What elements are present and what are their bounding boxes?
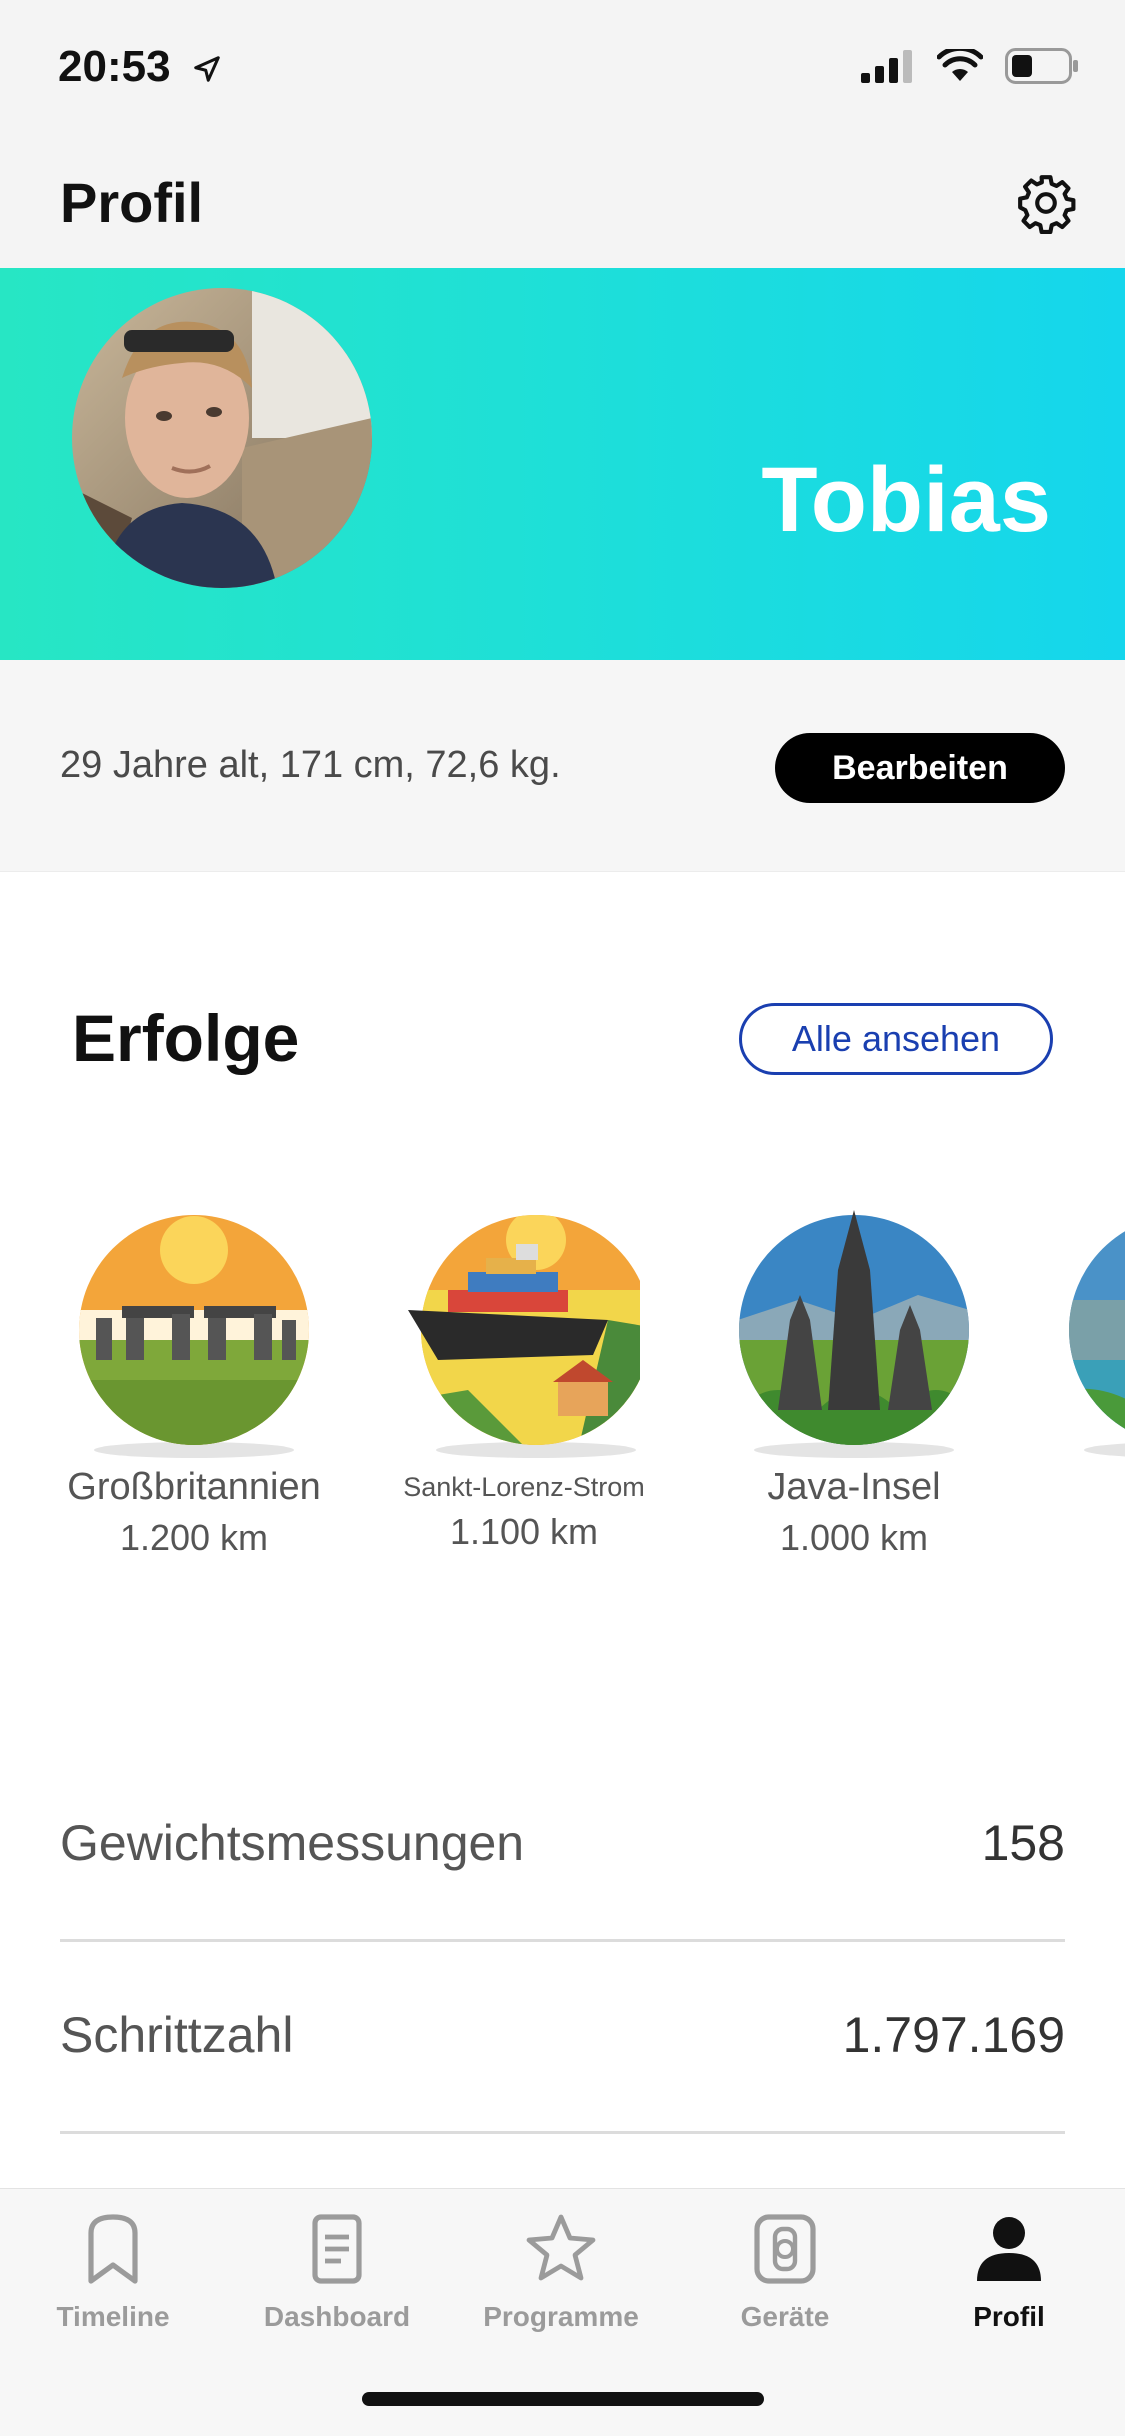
temple-badge-icon — [739, 1210, 969, 1458]
achievement-badge[interactable]: Großbritannien 1.200 km — [64, 1210, 324, 1559]
achievement-distance: 1.100 km — [449, 1511, 599, 1552]
stat-value: 1.797.169 — [842, 2007, 1065, 2063]
profile-banner: Tobias — [0, 268, 1125, 660]
tab-label: Geräte — [740, 2301, 830, 2332]
star-icon — [526, 2214, 596, 2281]
achievement-name: Großbritannien — [67, 1466, 321, 1508]
signal-icon — [861, 50, 912, 83]
achievement-badge[interactable] — [1054, 1210, 1125, 1462]
stonehenge-badge-icon — [79, 1215, 309, 1458]
status-bar: 20:53 — [0, 0, 1125, 140]
tab-timeline[interactable]: Timeline — [8, 2209, 218, 2359]
achievement-distance: 1.000 km — [779, 1517, 929, 1558]
location-arrow-icon — [194, 56, 220, 82]
achievements-title: Erfolge — [72, 1001, 300, 1075]
stat-label: Gewichtsmessungen — [60, 1815, 525, 1871]
page-title: Profil — [60, 171, 204, 234]
ship-badge-icon — [408, 1215, 651, 1458]
settings-button[interactable] — [1011, 168, 1081, 238]
status-indicators — [861, 48, 1079, 84]
profile-info-row: 29 Jahre alt, 171 cm, 72,6 kg. Bearbeite… — [0, 660, 1125, 872]
tab-label: Programme — [483, 2301, 639, 2332]
person-icon — [977, 2217, 1041, 2281]
user-name: Tobias — [761, 449, 1051, 551]
bookmark-icon — [88, 2214, 138, 2284]
watch-icon — [754, 2214, 816, 2284]
status-time: 20:53 — [58, 42, 171, 91]
achievement-badge[interactable]: Sankt-Lorenz-Strom 1.100 km — [394, 1210, 654, 1553]
achievements-carousel[interactable]: Großbritannien 1.200 km Sankt-Lorenz-Str… — [0, 1210, 1125, 1610]
tab-geraete[interactable]: Geräte — [680, 2209, 890, 2359]
tab-profil[interactable]: Profil — [904, 2209, 1114, 2359]
battery-icon — [1005, 48, 1078, 84]
gear-icon — [1018, 175, 1076, 234]
tab-label: Dashboard — [263, 2301, 411, 2332]
stat-value: 158 — [981, 1815, 1065, 1871]
document-icon — [312, 2214, 362, 2284]
achievement-name: Sankt-Lorenz-Strom — [403, 1472, 645, 1502]
tab-label: Timeline — [56, 2301, 170, 2332]
profile-info-text: 29 Jahre alt, 171 cm, 72,6 kg. — [60, 744, 561, 786]
avatar[interactable] — [72, 288, 372, 588]
app-header: Profil — [0, 140, 1125, 268]
lake-badge-icon — [1069, 1215, 1125, 1457]
edit-profile-button[interactable]: Bearbeiten — [775, 733, 1065, 803]
wifi-icon — [937, 49, 983, 81]
achievement-name: Java-Insel — [767, 1466, 941, 1508]
achievement-distance: 1.200 km — [119, 1517, 269, 1558]
stat-row-steps[interactable]: Schrittzahl 1.797.169 — [60, 1942, 1065, 2134]
tab-label: Profil — [973, 2301, 1045, 2332]
tab-programme[interactable]: Programme — [456, 2209, 666, 2359]
tab-dashboard[interactable]: Dashboard — [232, 2209, 442, 2359]
see-all-achievements-button[interactable]: Alle ansehen — [739, 1003, 1053, 1075]
avatar-photo — [72, 288, 372, 588]
stat-label: Schrittzahl — [60, 2007, 294, 2063]
home-indicator[interactable] — [362, 2392, 764, 2406]
achievement-badge[interactable]: Java-Insel 1.000 km — [724, 1210, 984, 1559]
stat-row-weight[interactable]: Gewichtsmessungen 158 — [60, 1750, 1065, 1942]
